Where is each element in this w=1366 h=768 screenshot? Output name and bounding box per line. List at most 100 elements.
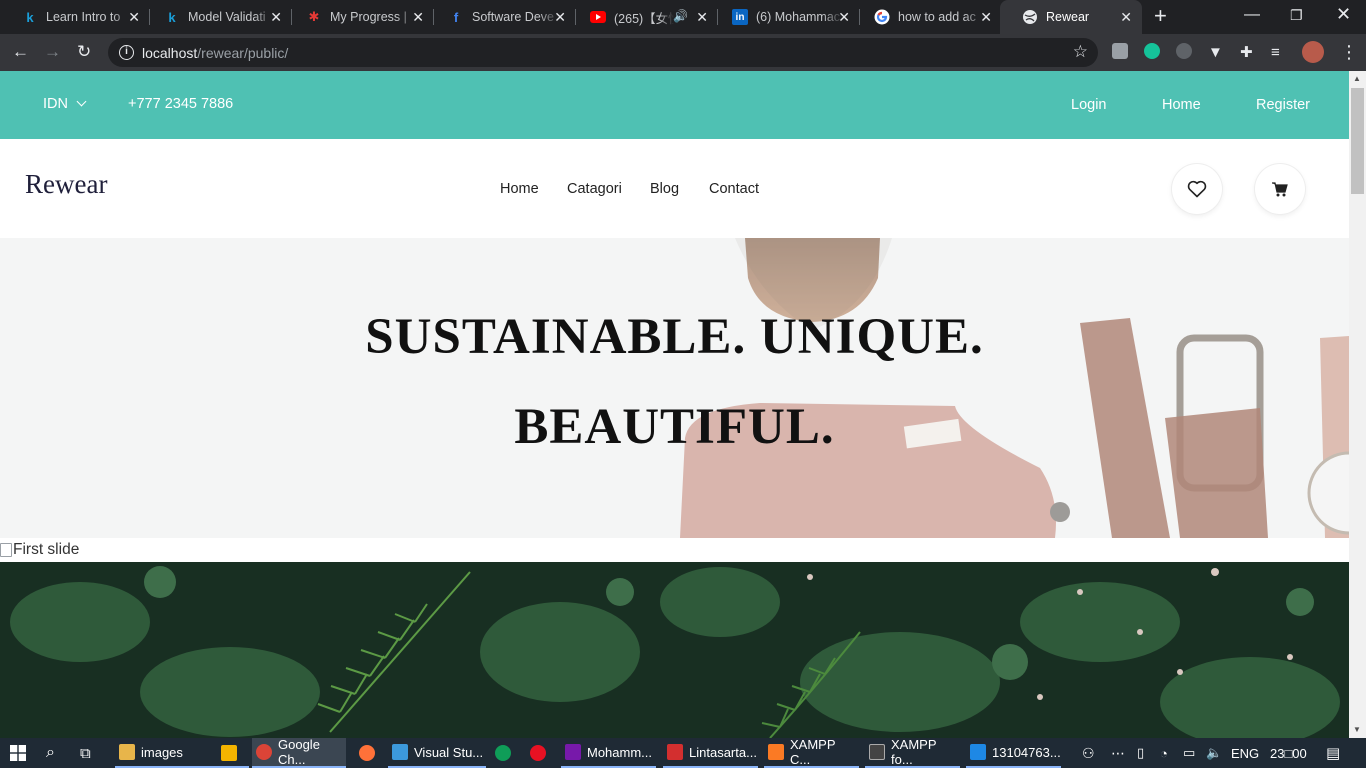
nav-catagori[interactable]: Catagori — [567, 181, 622, 197]
extension-icon[interactable] — [1112, 43, 1128, 59]
back-icon[interactable]: ← — [12, 42, 29, 62]
hero-title-line-1: SUSTAINABLE. UNIQUE. — [365, 309, 984, 365]
tab-title: Software Deve — [472, 10, 554, 24]
taskbar-item-photos[interactable]: 13104763... — [966, 738, 1061, 768]
browser-tab[interactable]: (265)【女性 🔊 ✕ — [568, 0, 718, 34]
close-icon[interactable]: ✕ — [270, 9, 282, 25]
browser-tab[interactable]: k Model Validati ✕ — [142, 0, 292, 34]
ferns-image — [0, 562, 1349, 738]
close-icon[interactable]: ✕ — [554, 9, 566, 25]
hero-title-line-2: BEAUTIFUL. — [514, 399, 835, 455]
web-page: IDN +777 2345 7886 Login Home Register R… — [0, 71, 1349, 738]
media-player-icon — [221, 745, 237, 761]
menu-kebab-icon[interactable]: ⋮ — [1340, 42, 1358, 62]
k-icon: k — [168, 9, 176, 25]
terminal-icon — [869, 744, 885, 760]
google-icon — [874, 9, 890, 25]
wifi-icon[interactable]: ◔ — [1160, 738, 1168, 768]
media-queue-icon[interactable]: ≡ — [1271, 43, 1280, 63]
info-icon[interactable]: i — [119, 45, 134, 60]
f-icon: f — [453, 9, 459, 25]
taskbar-item-media-player[interactable] — [221, 738, 243, 768]
address-bar[interactable]: i localhost/rewear/public/ ☆ — [108, 38, 1098, 67]
grammarly-icon[interactable] — [1144, 43, 1160, 59]
scroll-up-icon[interactable]: ▲ — [1353, 74, 1361, 83]
heart-icon — [1187, 180, 1207, 198]
browser-tab-active[interactable]: Rewear ✕ — [1000, 0, 1142, 34]
taskbar-item-onenote[interactable]: Mohamm... — [561, 738, 656, 768]
linkedin-icon: in — [732, 9, 748, 25]
tab-title: Learn Intro to — [46, 10, 121, 24]
close-icon[interactable]: ✕ — [838, 9, 850, 25]
reload-icon[interactable]: ↻ — [77, 42, 91, 62]
gear-extension-icon[interactable] — [1176, 43, 1192, 59]
avatar[interactable] — [1302, 41, 1324, 63]
windows-taskbar: ⌕ ⧉ images Google Ch... Visual Stu... Mo… — [0, 737, 1366, 768]
browser-tab[interactable]: in (6) Mohammac ✕ — [710, 0, 860, 34]
taskbar-item-xampp-folder[interactable]: XAMPP fo... — [865, 737, 960, 768]
nav-home[interactable]: Home — [500, 181, 539, 197]
vscode-icon — [392, 744, 408, 760]
vue-extension-icon[interactable]: ▼ — [1208, 43, 1223, 63]
nav-contact[interactable]: Contact — [709, 181, 759, 197]
browser-tab[interactable]: ✱ My Progress | ✕ — [284, 0, 434, 34]
register-link[interactable]: Register — [1256, 97, 1310, 113]
cart-button[interactable] — [1255, 164, 1305, 214]
onenote-icon — [565, 744, 581, 760]
close-icon[interactable]: ✕ — [1120, 9, 1132, 25]
opera-icon — [530, 745, 546, 761]
tab-title: Model Validati — [188, 10, 266, 24]
search-icon[interactable]: ⌕ — [46, 738, 55, 768]
home-link-top[interactable]: Home — [1162, 97, 1201, 113]
taskbar-item-firefox[interactable] — [359, 738, 381, 768]
chevron-down-icon — [76, 96, 87, 107]
close-icon[interactable]: ✕ — [412, 9, 424, 25]
taskbar-item-vscode[interactable]: Visual Stu... — [388, 738, 486, 768]
language-dropdown[interactable]: IDN — [43, 96, 87, 112]
taskbar-item-opera[interactable] — [530, 738, 552, 768]
taskbar-item-chrome[interactable]: Google Ch... — [252, 737, 346, 768]
xampp-icon — [768, 744, 784, 760]
new-tab-button[interactable]: + — [1154, 5, 1167, 27]
taskbar-item-xampp-control[interactable]: XAMPP C... — [764, 737, 859, 768]
wishlist-button[interactable] — [1172, 164, 1222, 214]
minimize-icon[interactable]: — — [1244, 6, 1260, 24]
hero-background-image — [0, 238, 1349, 538]
nav-blog[interactable]: Blog — [650, 181, 679, 197]
tab-title: (265)【女性 — [614, 11, 674, 26]
clock[interactable]: 23□00 — [1270, 738, 1307, 768]
overflow-icon[interactable]: ⋯ — [1111, 738, 1125, 768]
browser-tab[interactable]: how to add ac ✕ — [852, 0, 1002, 34]
k-icon: k — [26, 9, 34, 25]
battery-icon[interactable]: ▭ — [1183, 738, 1195, 768]
scrollbar-thumb[interactable] — [1351, 88, 1364, 194]
taskbar-item-edge[interactable] — [495, 738, 517, 768]
speaker-icon[interactable]: 🔊 — [673, 9, 688, 23]
site-logo[interactable]: Rewear — [25, 169, 107, 200]
login-link[interactable]: Login — [1071, 97, 1106, 113]
browser-tab-strip: k Learn Intro to ✕ k Model Validati ✕ ✱ … — [0, 0, 1366, 34]
scroll-down-icon[interactable]: ▼ — [1353, 725, 1361, 734]
language-indicator[interactable]: ENG — [1231, 738, 1259, 768]
bookmark-star-icon[interactable]: ☆ — [1073, 42, 1088, 62]
forward-icon[interactable]: → — [44, 42, 61, 62]
task-view-icon[interactable]: ⧉ — [80, 738, 91, 768]
close-icon[interactable]: ✕ — [128, 9, 140, 25]
browser-tab[interactable]: k Learn Intro to ✕ — [0, 0, 150, 34]
taskbar-item-pdf[interactable]: Lintasarta... — [663, 738, 758, 768]
notifications-icon[interactable]: ▤ — [1326, 738, 1340, 768]
close-icon[interactable]: ✕ — [980, 9, 992, 25]
puzzle-icon[interactable]: ✚ — [1240, 43, 1253, 63]
image-alt-text: First slide — [13, 541, 80, 558]
browser-tab[interactable]: f Software Deve ✕ — [426, 0, 576, 34]
tab-title: how to add ac — [898, 10, 976, 24]
restore-icon[interactable]: ❐ — [1290, 7, 1303, 24]
tab-title: My Progress | — [330, 10, 407, 24]
close-icon[interactable]: ✕ — [696, 9, 708, 25]
window-close-icon[interactable]: ✕ — [1336, 4, 1351, 25]
volume-icon[interactable]: 🔈 — [1206, 738, 1222, 768]
start-button[interactable] — [10, 738, 26, 768]
people-icon[interactable]: ⚇ — [1082, 738, 1095, 768]
page-scrollbar[interactable]: ▲ ▼ — [1349, 71, 1366, 738]
device-icon[interactable]: ▯ — [1137, 738, 1144, 768]
